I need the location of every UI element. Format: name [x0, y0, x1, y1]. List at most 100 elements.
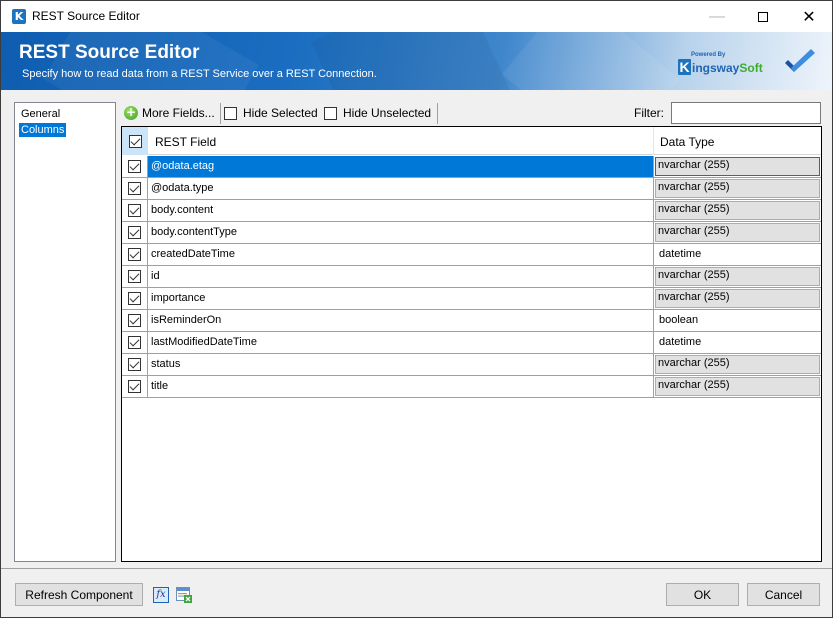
data-type-cell[interactable]: nvarchar (255): [653, 288, 821, 309]
data-type-cell[interactable]: nvarchar (255): [653, 200, 821, 221]
row-checkbox[interactable]: [128, 380, 141, 393]
table-row[interactable]: isReminderOn boolean: [122, 310, 821, 332]
kingswaysoft-app-icon: K: [12, 9, 26, 24]
grid-header: REST Field Data Type: [122, 127, 821, 155]
table-row[interactable]: @odata.type nvarchar (255): [122, 178, 821, 200]
row-checkbox-cell: [122, 200, 148, 221]
hide-unselected-box[interactable]: [324, 106, 337, 120]
row-checkbox-cell: [122, 332, 148, 353]
editor-window: K REST Source Editor — ✕ REST Source Edi…: [0, 0, 833, 618]
logo-powered-by: Powered By: [691, 52, 726, 58]
nav-item-general[interactable]: General: [19, 107, 62, 121]
add-circle-icon: +: [124, 105, 138, 120]
window-title: REST Source Editor: [32, 9, 140, 23]
rest-field-name: title: [151, 380, 169, 392]
close-button[interactable]: ✕: [786, 1, 832, 32]
row-checkbox-cell: [122, 354, 148, 375]
table-row[interactable]: @odata.etag nvarchar (255): [122, 156, 821, 178]
rest-field-name: createdDateTime: [151, 248, 235, 260]
select-all-checkbox[interactable]: [128, 134, 142, 148]
data-type-cell[interactable]: nvarchar (255): [653, 354, 821, 375]
row-checkbox[interactable]: [128, 270, 141, 283]
data-type-value: boolean: [659, 314, 699, 326]
rest-field-name: @odata.etag: [151, 160, 215, 172]
title-bar: K REST Source Editor — ✕: [1, 1, 832, 32]
logo-name-part2: Soft: [739, 61, 763, 75]
data-type-value: nvarchar (255): [658, 225, 730, 237]
data-type-value: datetime: [659, 336, 702, 348]
rest-field-name: status: [151, 358, 181, 370]
hide-unselected-label: Hide Unselected: [343, 106, 432, 120]
data-type-cell[interactable]: nvarchar (255): [653, 376, 821, 397]
column-header-data-type[interactable]: Data Type: [660, 135, 714, 149]
data-type-cell[interactable]: nvarchar (255): [653, 222, 821, 243]
maximize-icon: [758, 11, 768, 22]
data-type-cell[interactable]: datetime: [653, 332, 821, 353]
rest-field-name: id: [151, 270, 160, 282]
expression-fx-icon[interactable]: fx: [153, 587, 169, 603]
rest-field-name: body.contentType: [151, 226, 238, 238]
more-fields-button[interactable]: + More Fields...: [124, 104, 215, 122]
row-checkbox[interactable]: [128, 248, 141, 261]
table-row[interactable]: body.contentType nvarchar (255): [122, 222, 821, 244]
row-checkbox[interactable]: [128, 160, 141, 173]
table-row[interactable]: lastModifiedDateTime datetime: [122, 332, 821, 354]
table-row[interactable]: body.content nvarchar (255): [122, 200, 821, 222]
row-checkbox-cell: [122, 376, 148, 397]
table-row[interactable]: title nvarchar (255): [122, 376, 821, 398]
filter-input[interactable]: [671, 102, 821, 124]
table-row[interactable]: createdDateTime datetime: [122, 244, 821, 266]
data-type-value: nvarchar (255): [658, 291, 730, 303]
ok-button[interactable]: OK: [666, 583, 739, 606]
toolbar-separator: [220, 103, 221, 124]
hide-selected-checkbox[interactable]: Hide Selected: [224, 104, 318, 122]
column-mapping-icon[interactable]: [176, 587, 192, 603]
columns-grid: REST Field Data Type @odata.etag nvarchar…: [121, 126, 822, 562]
data-type-value: nvarchar (255): [658, 203, 730, 215]
data-type-cell[interactable]: datetime: [653, 244, 821, 265]
data-type-cell[interactable]: nvarchar (255): [653, 178, 821, 199]
data-type-value: nvarchar (255): [658, 269, 730, 281]
columns-toolbar: + More Fields... Hide Selected Hide Unse…: [122, 102, 822, 124]
row-checkbox[interactable]: [128, 226, 141, 239]
data-type-cell[interactable]: nvarchar (255): [653, 156, 821, 177]
rest-field-name: lastModifiedDateTime: [151, 336, 257, 348]
row-checkbox-cell: [122, 178, 148, 199]
page-nav-list: General Columns: [14, 102, 116, 562]
row-checkbox[interactable]: [128, 358, 141, 371]
row-checkbox[interactable]: [128, 336, 141, 349]
data-type-value: datetime: [659, 248, 702, 260]
banner-title: REST Source Editor: [19, 42, 200, 63]
row-checkbox[interactable]: [128, 204, 141, 217]
banner-subtitle: Specify how to read data from a REST Ser…: [22, 68, 377, 80]
rest-field-name: body.content: [151, 204, 214, 216]
table-row[interactable]: importance nvarchar (255): [122, 288, 821, 310]
header-banner: REST Source Editor Specify how to read d…: [1, 32, 832, 90]
toolbar-separator: [437, 103, 438, 124]
data-type-cell[interactable]: boolean: [653, 310, 821, 331]
row-checkbox-cell: [122, 156, 148, 177]
row-checkbox-cell: [122, 244, 148, 265]
rest-field-name: isReminderOn: [151, 314, 222, 326]
maximize-button[interactable]: [740, 1, 786, 32]
data-type-value: nvarchar (255): [658, 159, 730, 171]
row-checkbox[interactable]: [128, 314, 141, 327]
refresh-component-button[interactable]: Refresh Component: [15, 583, 143, 606]
row-checkbox-cell: [122, 288, 148, 309]
todo-checkmark-icon: [785, 49, 815, 72]
table-row[interactable]: status nvarchar (255): [122, 354, 821, 376]
data-type-value: nvarchar (255): [658, 357, 730, 369]
table-row[interactable]: id nvarchar (255): [122, 266, 821, 288]
minimize-button[interactable]: —: [694, 1, 740, 32]
hide-selected-box[interactable]: [224, 106, 237, 120]
more-fields-label: More Fields...: [142, 106, 215, 120]
nav-item-columns[interactable]: Columns: [19, 123, 67, 137]
cancel-button[interactable]: Cancel: [747, 583, 820, 606]
rest-field-name: @odata.type: [151, 182, 214, 194]
row-checkbox[interactable]: [128, 182, 141, 195]
select-all-cell: [122, 127, 148, 155]
row-checkbox[interactable]: [128, 292, 141, 305]
hide-unselected-checkbox[interactable]: Hide Unselected: [324, 104, 431, 122]
column-header-rest-field[interactable]: REST Field: [155, 135, 216, 149]
data-type-cell[interactable]: nvarchar (255): [653, 266, 821, 287]
